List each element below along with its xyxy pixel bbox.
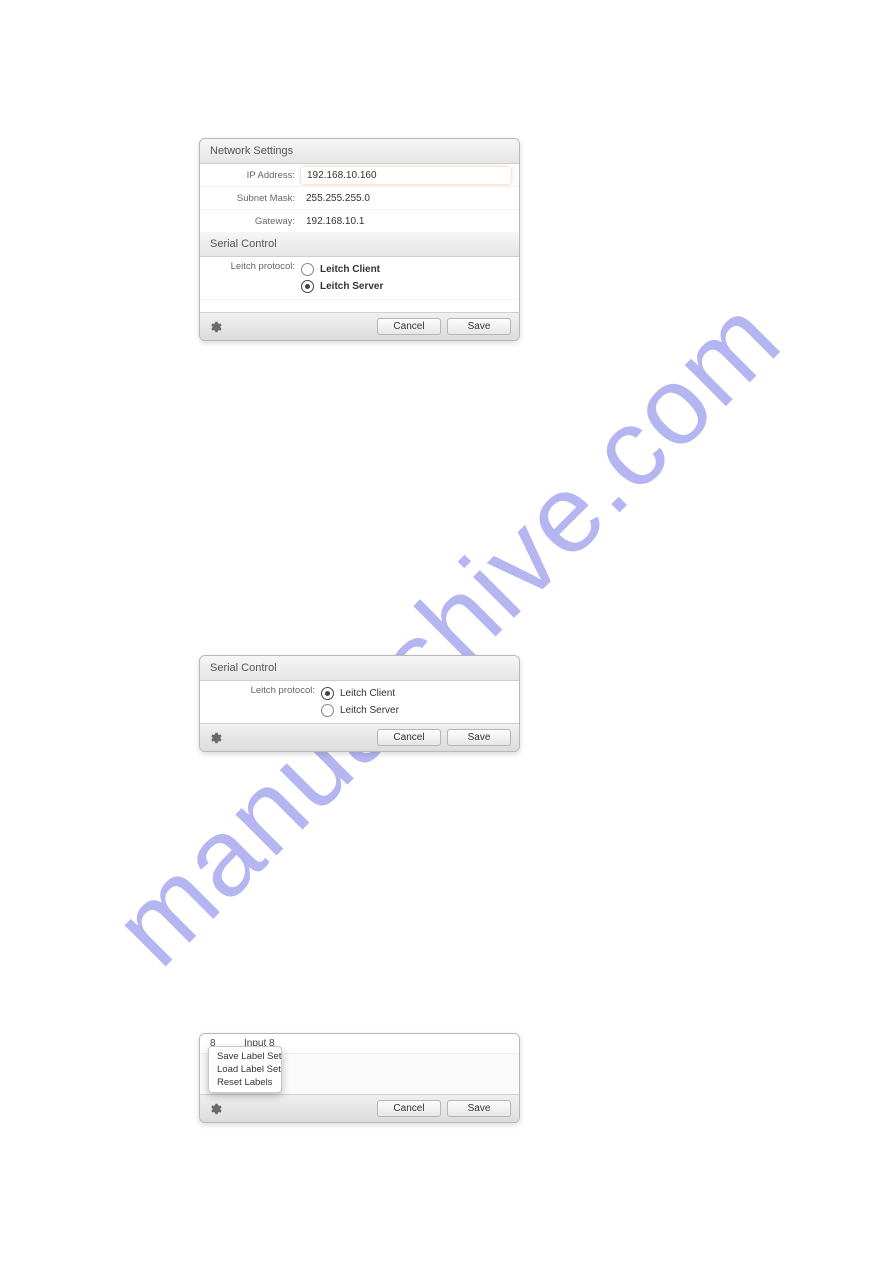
leitch-client-label: Leitch Client (320, 264, 380, 275)
cancel-button[interactable]: Cancel (377, 318, 441, 335)
radio-icon (301, 263, 314, 276)
save-button[interactable]: Save (447, 318, 511, 335)
serial-control-header: Serial Control (200, 232, 519, 257)
gateway-row: Gateway: 192.168.10.1 (200, 210, 519, 232)
serial-control-header: Serial Control (200, 656, 519, 681)
gear-icon[interactable] (208, 731, 222, 745)
gateway-value[interactable]: 192.168.10.1 (301, 216, 364, 227)
save-button[interactable]: Save (447, 729, 511, 746)
labels-body: Save Label Set Load Label Set Reset Labe… (200, 1054, 519, 1094)
cancel-button[interactable]: Cancel (377, 729, 441, 746)
network-settings-header: Network Settings (200, 139, 519, 164)
radio-icon (321, 687, 334, 700)
subnet-mask-row: Subnet Mask: 255.255.255.0 (200, 187, 519, 210)
leitch-client-option[interactable]: Leitch Client (301, 261, 519, 278)
leitch-server-label: Leitch Server (320, 281, 383, 292)
labels-popup-menu: Save Label Set Load Label Set Reset Labe… (208, 1046, 282, 1093)
leitch-protocol-label: Leitch protocol: (200, 681, 321, 696)
save-button[interactable]: Save (447, 1100, 511, 1117)
leitch-server-option[interactable]: Leitch Server (321, 702, 519, 719)
ip-address-label: IP Address: (200, 170, 301, 181)
leitch-client-label: Leitch Client (340, 688, 395, 699)
serial-form: Leitch protocol: Leitch Client Leitch Se… (200, 681, 519, 723)
radio-icon (321, 704, 334, 717)
ip-address-input[interactable] (301, 167, 511, 184)
gateway-label: Gateway: (200, 216, 301, 227)
serial-form: Leitch protocol: Leitch Client Leitch Se… (200, 257, 519, 312)
labels-panel: 8 Input 8 Save Label Set Load Label Set … (199, 1033, 520, 1123)
leitch-protocol-label: Leitch protocol: (200, 257, 301, 272)
input-label[interactable]: Input 8 (244, 1038, 509, 1049)
watermark-text: manualshive.com (88, 273, 804, 989)
leitch-server-option[interactable]: Leitch Server (301, 278, 519, 295)
serial-control-panel: Serial Control Leitch protocol: Leitch C… (199, 655, 520, 752)
network-form: IP Address: Subnet Mask: 255.255.255.0 G… (200, 164, 519, 232)
gear-icon[interactable] (208, 1102, 222, 1116)
cancel-button[interactable]: Cancel (377, 1100, 441, 1117)
panel-footer: Cancel Save (200, 1094, 519, 1122)
panel-footer: Cancel Save (200, 312, 519, 340)
network-settings-panel: Network Settings IP Address: Subnet Mask… (199, 138, 520, 341)
leitch-protocol-row: Leitch protocol: Leitch Client Leitch Se… (200, 681, 519, 723)
leitch-server-label: Leitch Server (340, 705, 399, 716)
leitch-protocol-row: Leitch protocol: Leitch Client Leitch Se… (200, 257, 519, 300)
panel-footer: Cancel Save (200, 723, 519, 751)
menu-reset-labels[interactable]: Reset Labels (209, 1076, 281, 1089)
leitch-client-option[interactable]: Leitch Client (321, 685, 519, 702)
ip-address-row: IP Address: (200, 164, 519, 187)
menu-load-label-set[interactable]: Load Label Set (209, 1063, 281, 1076)
radio-icon (301, 280, 314, 293)
menu-save-label-set[interactable]: Save Label Set (209, 1050, 281, 1063)
subnet-mask-label: Subnet Mask: (200, 193, 301, 204)
gear-icon[interactable] (208, 320, 222, 334)
subnet-mask-value[interactable]: 255.255.255.0 (301, 193, 370, 204)
